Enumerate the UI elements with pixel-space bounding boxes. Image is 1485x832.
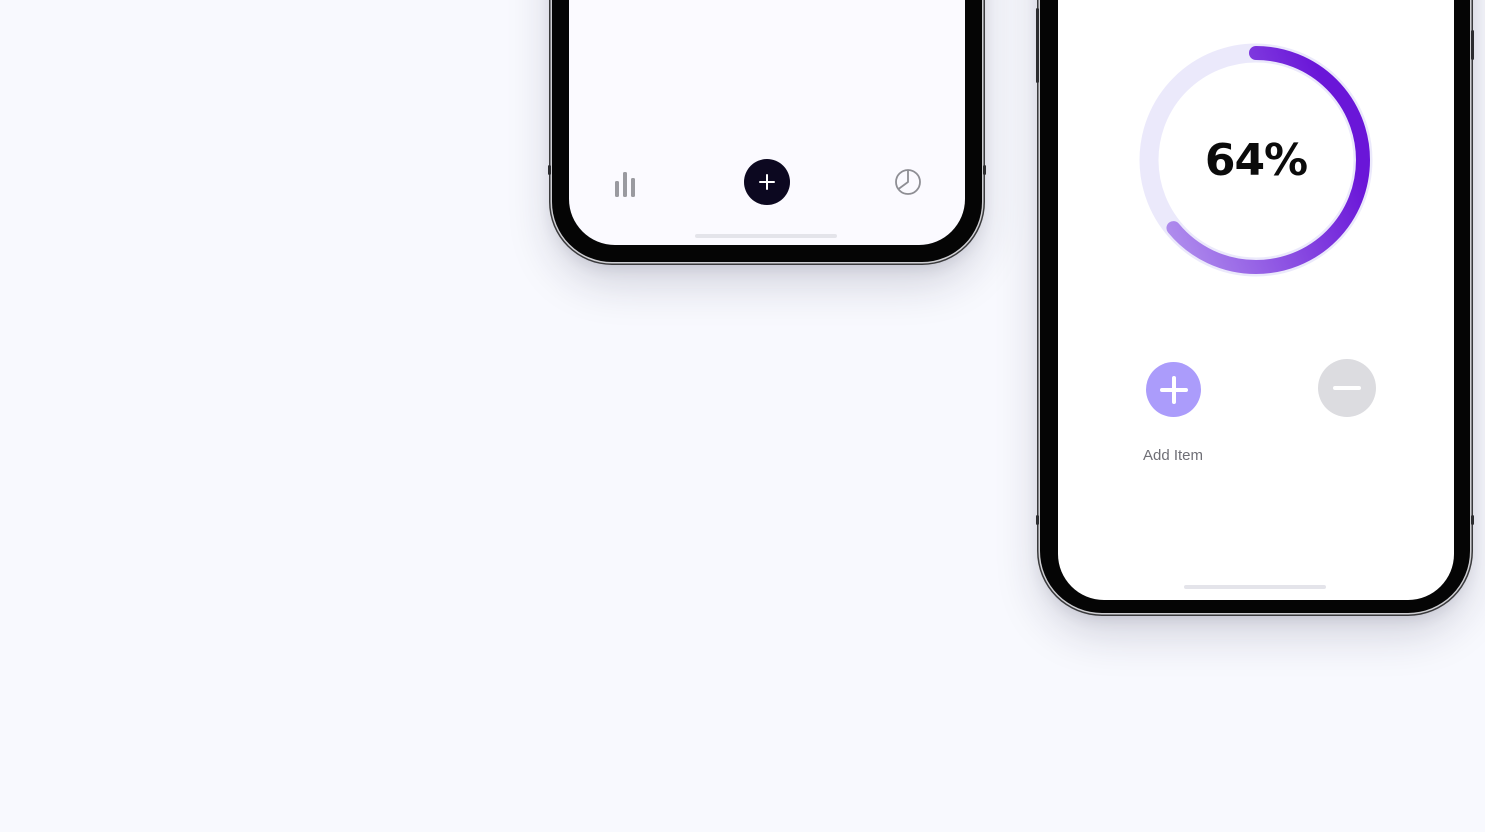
phone-side-button: [1471, 30, 1474, 60]
phone-side-button: [548, 165, 551, 175]
phone-side-button: [983, 165, 986, 175]
phone-screen: [569, 0, 965, 245]
add-item-button[interactable]: [1146, 362, 1201, 417]
phone-side-button: [1471, 515, 1474, 525]
phone-side-button: [1036, 515, 1039, 525]
remove-item-button[interactable]: [1318, 359, 1376, 417]
phone-mockup-progress: 64% Add Item: [1036, 0, 1474, 613]
phone-mockup-tabbar: [548, 0, 986, 262]
add-item-label: Add Item: [1142, 447, 1204, 464]
tabbar-add-button[interactable]: [744, 159, 790, 205]
home-indicator: [1184, 585, 1326, 589]
canvas: 64% Add Item: [0, 0, 1485, 832]
minus-icon: [1333, 386, 1361, 390]
pie-chart-icon[interactable]: [894, 168, 922, 196]
plus-icon: [1159, 375, 1188, 404]
plus-icon: [759, 174, 775, 190]
phone-screen: 64% Add Item: [1058, 0, 1454, 600]
progress-value: 64%: [1204, 134, 1308, 186]
phone-side-button: [1036, 8, 1039, 83]
home-indicator: [695, 234, 837, 238]
bar-chart-icon[interactable]: [614, 167, 640, 199]
